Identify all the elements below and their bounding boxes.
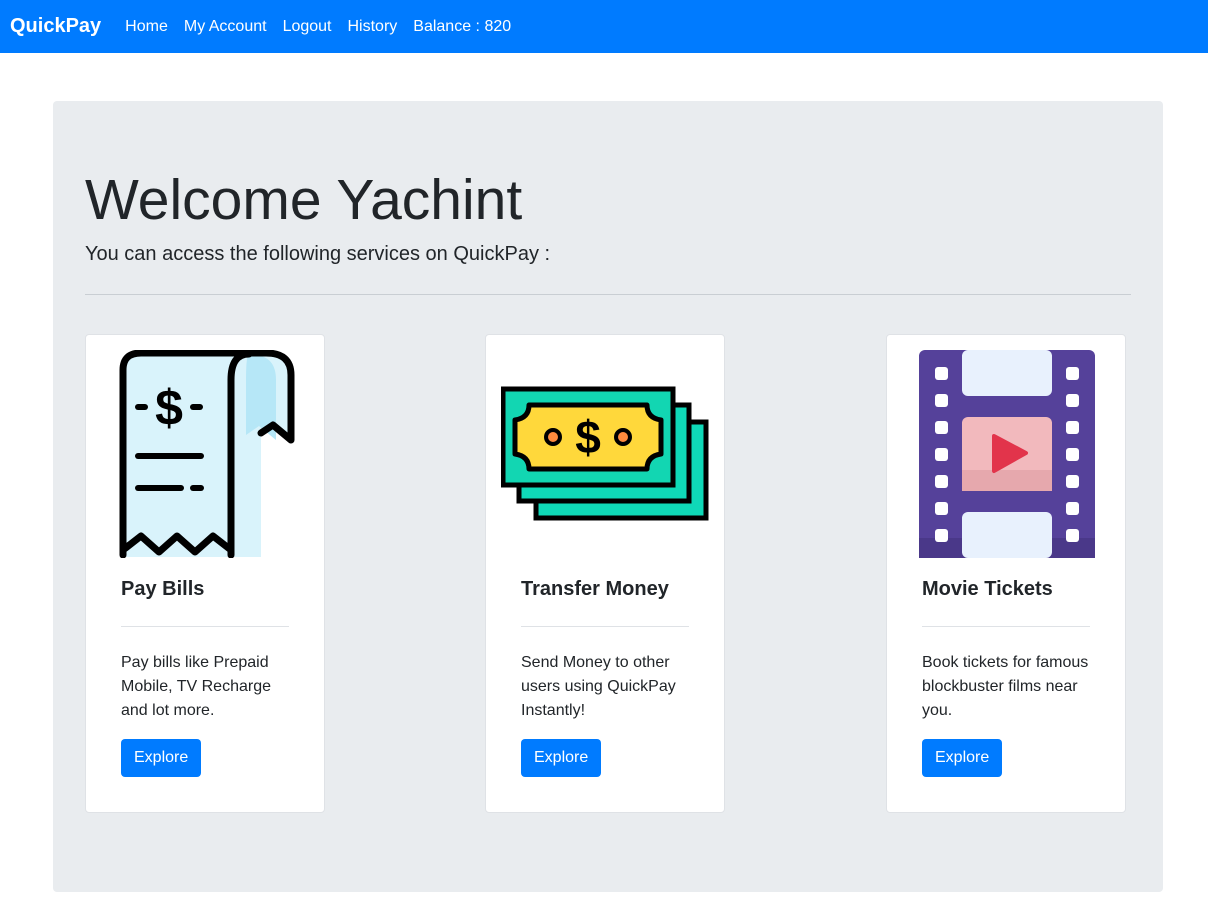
card-transfer-money: $ Transfer Money Send Money to other use… <box>485 334 725 813</box>
divider <box>85 294 1131 295</box>
svg-text:$: $ <box>155 380 183 436</box>
money-icon: $ <box>501 386 709 521</box>
explore-movie-tickets-button[interactable]: Explore <box>922 739 1003 777</box>
navbar: QuickPay Home My Account Logout History … <box>0 0 1208 53</box>
card-divider <box>521 626 689 627</box>
nav-link-balance[interactable]: Balance : 820 <box>413 18 511 36</box>
brand-logo[interactable]: QuickPay <box>10 15 101 38</box>
svg-text:$: $ <box>575 411 601 463</box>
nav-link-logout[interactable]: Logout <box>283 18 332 36</box>
card-divider <box>121 626 289 627</box>
card-divider <box>922 626 1090 627</box>
card-title: Transfer Money <box>521 578 669 600</box>
nav-link-my-account[interactable]: My Account <box>184 18 267 36</box>
card-pay-bills: $ Pay Bills Pay bills like Prepaid Mobil… <box>85 334 325 813</box>
nav-link-history[interactable]: History <box>348 18 398 36</box>
explore-pay-bills-button[interactable]: Explore <box>121 739 202 777</box>
card-text: Pay bills like Prepaid Mobile, TV Rechar… <box>121 654 271 719</box>
card-text: Send Money to other users using QuickPay… <box>521 654 676 719</box>
jumbotron: Welcome Yachint You can access the follo… <box>53 101 1163 892</box>
page-subtitle: You can access the following services on… <box>85 243 551 265</box>
card-title: Pay Bills <box>121 578 205 600</box>
card-text: Book tickets for famous blockbuster film… <box>922 654 1089 719</box>
nav-link-home[interactable]: Home <box>125 18 168 36</box>
page-title: Welcome Yachint <box>85 168 523 232</box>
card-movie-tickets: Movie Tickets Book tickets for famous bl… <box>886 334 1126 813</box>
explore-transfer-money-button[interactable]: Explore <box>521 739 602 777</box>
receipt-icon: $ <box>119 350 295 558</box>
film-icon <box>919 350 1095 558</box>
card-title: Movie Tickets <box>922 578 1053 600</box>
